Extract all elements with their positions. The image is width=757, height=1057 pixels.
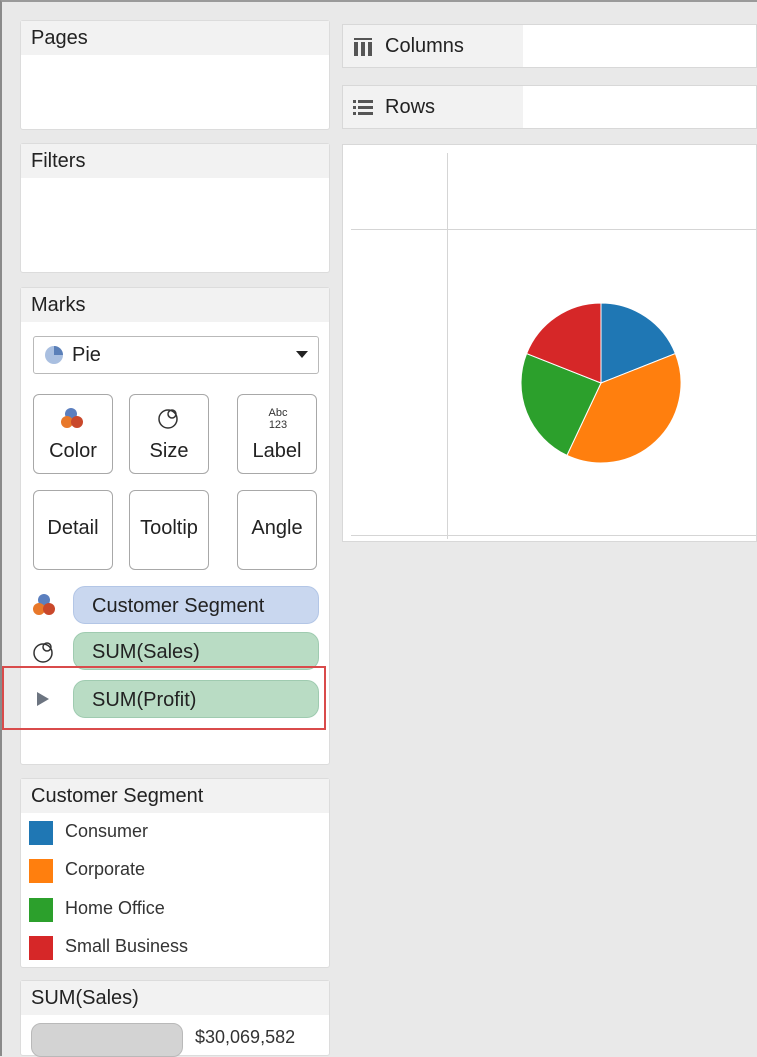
rows-label: Rows: [385, 96, 436, 118]
legend-label: Home Office: [65, 898, 165, 918]
filters-shelf[interactable]: Filters: [20, 143, 330, 273]
size-icon: [33, 642, 53, 663]
pie-chart[interactable]: [519, 301, 683, 465]
size-legend-title: SUM(Sales): [21, 981, 329, 1015]
columns-shelf[interactable]: Columns: [342, 24, 757, 68]
tooltip-button[interactable]: Tooltip: [129, 490, 209, 570]
angle-button[interactable]: Angle: [237, 490, 317, 570]
legend-title: Customer Segment: [21, 779, 329, 813]
chevron-down-icon: [296, 351, 308, 358]
mark-type-dropdown[interactable]: Pie: [33, 336, 319, 374]
legend-item[interactable]: Small Business: [29, 932, 319, 962]
columns-icon: [354, 38, 372, 56]
pages-title: Pages: [21, 21, 329, 55]
size-legend: SUM(Sales) $30,069,582: [20, 980, 330, 1057]
grid-line-bottom: [351, 535, 756, 536]
size-label: Size: [149, 440, 189, 462]
pie-icon: [45, 346, 63, 364]
size-legend-bar: [31, 1023, 183, 1057]
size-icon: [158, 409, 178, 429]
sum-sales-pill[interactable]: SUM(Sales): [73, 632, 319, 670]
legend-item[interactable]: Home Office: [29, 894, 319, 924]
label-button[interactable]: Abc 123 Label: [237, 394, 317, 474]
legend-swatch: [29, 859, 53, 883]
filters-title: Filters: [21, 144, 329, 178]
grid-line-vertical: [447, 153, 448, 539]
legend-swatch: [29, 936, 53, 960]
columns-drop-area[interactable]: [523, 25, 756, 67]
label-icon-123: 123: [269, 419, 287, 431]
legend-item[interactable]: Corporate: [29, 855, 319, 885]
mark-type-label: Pie: [72, 344, 101, 366]
legend-label: Small Business: [65, 936, 189, 956]
size-button[interactable]: Size: [129, 394, 209, 474]
legend-label: Corporate: [65, 859, 146, 879]
rows-shelf[interactable]: Rows: [342, 85, 757, 129]
pages-shelf[interactable]: Pages: [20, 20, 330, 130]
columns-label: Columns: [385, 35, 464, 57]
color-legend: Customer Segment Consumer Corporate Home…: [20, 778, 330, 968]
color-label: Color: [49, 440, 97, 462]
legend-label: Consumer: [65, 821, 149, 841]
pill-row-color: Customer Segment: [31, 586, 321, 624]
marks-title: Marks: [21, 288, 329, 322]
tooltip-label: Tooltip: [140, 517, 198, 539]
legend-item[interactable]: Consumer: [29, 817, 319, 847]
legend-swatch: [29, 821, 53, 845]
detail-button[interactable]: Detail: [33, 490, 113, 570]
size-legend-value: $30,069,582: [195, 1027, 296, 1047]
angle-label: Angle: [251, 517, 303, 539]
view-canvas[interactable]: [342, 144, 757, 542]
rows-icon: [353, 100, 373, 115]
legend-swatch: [29, 898, 53, 922]
color-button[interactable]: Color: [33, 394, 113, 474]
detail-label: Detail: [47, 517, 99, 539]
label-icon-abc: Abc: [269, 407, 288, 419]
rows-drop-area[interactable]: [523, 86, 756, 128]
color-icon: [33, 594, 55, 615]
label-label: Label: [252, 440, 302, 462]
highlight-box: [2, 666, 326, 730]
color-icon: [61, 408, 83, 428]
grid-line-horizontal: [351, 229, 756, 230]
label-icon: Abc 123: [269, 407, 288, 431]
pill-row-size: SUM(Sales): [31, 632, 321, 670]
customer-segment-pill[interactable]: Customer Segment: [73, 586, 319, 624]
